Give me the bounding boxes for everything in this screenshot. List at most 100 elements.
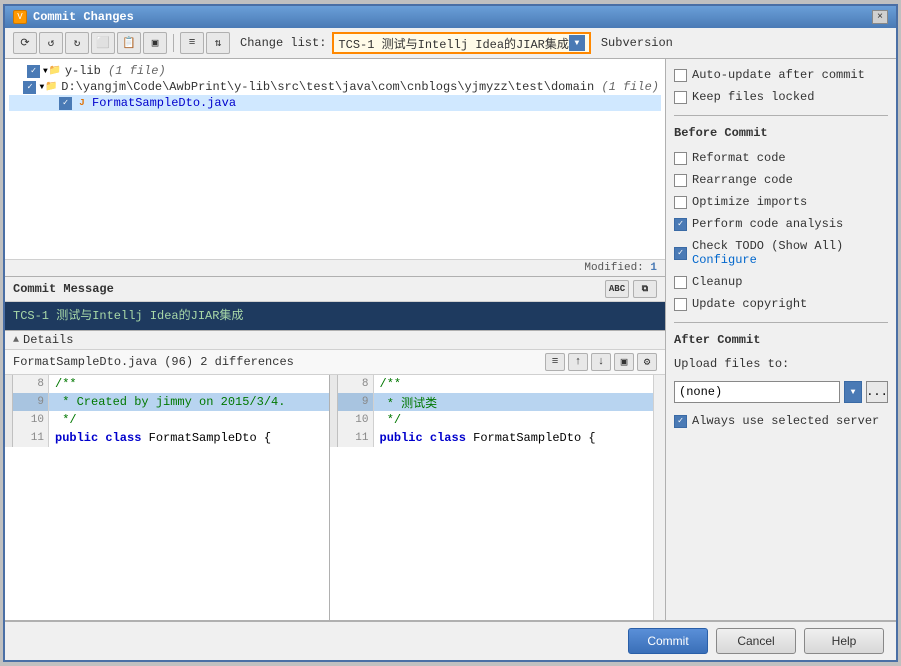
close-button[interactable]: ×: [872, 10, 888, 24]
subversion-label: Subversion: [601, 36, 673, 50]
diff-right-line-2: 9 * 测试类: [330, 393, 654, 411]
diff-filename: FormatSampleDto.java (96) 2 differences: [13, 355, 294, 369]
upload-dots-button[interactable]: ...: [866, 381, 888, 403]
modified-count: 1: [650, 262, 657, 274]
update-copyright-label: Update copyright: [692, 297, 807, 311]
always-use-checkbox[interactable]: [674, 415, 687, 428]
commit-message-label: Commit Message: [13, 282, 114, 296]
path-folder-icon: 📁: [44, 80, 58, 94]
diff-right-linenum-2: 9: [338, 393, 374, 411]
optimize-row: Optimize imports: [674, 194, 888, 210]
cleanup-checkbox[interactable]: [674, 276, 687, 289]
diff-scroll[interactable]: [653, 375, 665, 620]
toolbar-btn-4[interactable]: ⬜: [91, 32, 115, 54]
always-use-row: Always use selected server: [674, 413, 888, 429]
footer: Commit Cancel Help: [5, 620, 896, 660]
diff-header: FormatSampleDto.java (96) 2 differences …: [5, 350, 665, 375]
diff-right-linenum-4: 11: [338, 429, 374, 447]
window-title: Commit Changes: [33, 10, 134, 24]
cleanup-label: Cleanup: [692, 275, 742, 289]
diff-btn-4[interactable]: ▣: [614, 353, 634, 371]
modified-label: Modified:: [584, 262, 643, 274]
toolbar-btn-5[interactable]: 📋: [117, 32, 141, 54]
always-use-label: Always use selected server: [692, 414, 879, 428]
abc-button[interactable]: ABC: [605, 280, 629, 298]
diff-right-linenum-3: 10: [338, 411, 374, 429]
check-todo-checkbox[interactable]: [674, 247, 687, 260]
details-label: Details: [23, 333, 73, 347]
rearrange-row: Rearrange code: [674, 172, 888, 188]
diff-right-code-4: public class FormatSampleDto {: [374, 429, 654, 447]
details-header[interactable]: ▲ Details: [5, 331, 665, 350]
changelist-dropdown-arrow[interactable]: ▼: [569, 35, 585, 51]
diff-left-linenum-1: 8: [13, 375, 49, 393]
commit-message-input[interactable]: TCS-1 测试与Intellj Idea的JIAR集成: [5, 302, 665, 330]
diff-left-gutter-2: [5, 393, 13, 411]
reformat-checkbox[interactable]: [674, 152, 687, 165]
path-checkbox[interactable]: [23, 81, 36, 94]
diff-right-code-2: * 测试类: [374, 393, 654, 411]
diff-btn-3[interactable]: ↓: [591, 353, 611, 371]
help-button[interactable]: Help: [804, 628, 884, 654]
changelist-label: Change list:: [240, 36, 326, 50]
diff-left-line-2: 9 * Created by jimmy on 2015/3/4.: [5, 393, 329, 411]
commit-message-actions: ABC ⧉: [605, 280, 657, 298]
toolbar-btn-2[interactable]: ↺: [39, 32, 63, 54]
tree-item-path[interactable]: ▼ 📁 D:\yangjm\Code\AwbPrint\y-lib\src\te…: [9, 79, 661, 95]
rearrange-label: Rearrange code: [692, 173, 793, 187]
diff-left-code-4: public class FormatSampleDto {: [49, 429, 329, 447]
diff-right-line-1: 8 /**: [330, 375, 654, 393]
root-checkbox[interactable]: [27, 65, 40, 78]
diff-right-gutter-2: [330, 393, 338, 411]
copy-button[interactable]: ⧉: [633, 280, 657, 298]
perform-row: Perform code analysis: [674, 216, 888, 232]
diff-left-linenum-4: 11: [13, 429, 49, 447]
optimize-checkbox[interactable]: [674, 196, 687, 209]
tree-item-root[interactable]: ▼ 📁 y-lib (1 file): [9, 63, 661, 79]
upload-dropdown[interactable]: (none): [674, 381, 840, 403]
configure-link[interactable]: Configure: [692, 253, 757, 267]
file-checkbox[interactable]: [59, 97, 72, 110]
toolbar: ⟳ ↺ ↻ ⬜ 📋 ▣ ≡ ⇅ Change list: TCS-1 测试与In…: [5, 28, 896, 59]
diff-left-panel: 8 /** 9 * Created by jimmy on 2015/3/4. …: [5, 375, 329, 620]
commit-message-header: Commit Message ABC ⧉: [5, 277, 665, 302]
diff-left-code-1: /**: [49, 375, 329, 393]
changelist-dropdown[interactable]: TCS-1 测试与Intellj Idea的JIAR集成 ▼: [332, 32, 590, 54]
window-icon: V: [13, 10, 27, 24]
before-commit-title: Before Commit: [674, 126, 888, 140]
diff-left-linenum-3: 10: [13, 411, 49, 429]
toolbar-btn-1[interactable]: ⟳: [13, 32, 37, 54]
diff-left-code-3: */: [49, 411, 329, 429]
diff-right-linenum-1: 8: [338, 375, 374, 393]
diff-left-gutter-1: [5, 375, 13, 393]
diff-left-gutter-3: [5, 411, 13, 429]
diff-right-code-1: /**: [374, 375, 654, 393]
upload-dropdown-arrow[interactable]: ▼: [844, 381, 862, 403]
perform-checkbox[interactable]: [674, 218, 687, 231]
tree-item-file[interactable]: J FormatSampleDto.java: [9, 95, 661, 111]
cancel-button[interactable]: Cancel: [716, 628, 796, 654]
diff-left-line-4: 11 public class FormatSampleDto {: [5, 429, 329, 447]
diff-right-gutter-3: [330, 411, 338, 429]
toolbar-btn-8[interactable]: ⇅: [206, 32, 230, 54]
diff-btn-2[interactable]: ↑: [568, 353, 588, 371]
update-copyright-row: Update copyright: [674, 296, 888, 312]
diff-content: 8 /** 9 * Created by jimmy on 2015/3/4. …: [5, 375, 665, 620]
toolbar-btn-7[interactable]: ≡: [180, 32, 204, 54]
toolbar-btn-3[interactable]: ↻: [65, 32, 89, 54]
update-copyright-checkbox[interactable]: [674, 298, 687, 311]
diff-right-panel: 8 /** 9 * 测试类 10 */ 1: [330, 375, 654, 620]
auto-update-row: Auto-update after commit: [674, 67, 888, 83]
toolbar-btn-6[interactable]: ▣: [143, 32, 167, 54]
diff-btn-1[interactable]: ≡: [545, 353, 565, 371]
left-panel: ▼ 📁 y-lib (1 file) ▼ 📁 D:\yangjm\Code\A: [5, 59, 666, 620]
keep-locked-checkbox[interactable]: [674, 91, 687, 104]
diff-btn-5[interactable]: ⚙: [637, 353, 657, 371]
diff-right-gutter-1: [330, 375, 338, 393]
auto-update-checkbox[interactable]: [674, 69, 687, 82]
right-panel: Auto-update after commit Keep files lock…: [666, 59, 896, 620]
commit-button[interactable]: Commit: [628, 628, 708, 654]
divider-1: [674, 115, 888, 116]
rearrange-checkbox[interactable]: [674, 174, 687, 187]
diff-toolbar: ≡ ↑ ↓ ▣ ⚙: [545, 353, 657, 371]
